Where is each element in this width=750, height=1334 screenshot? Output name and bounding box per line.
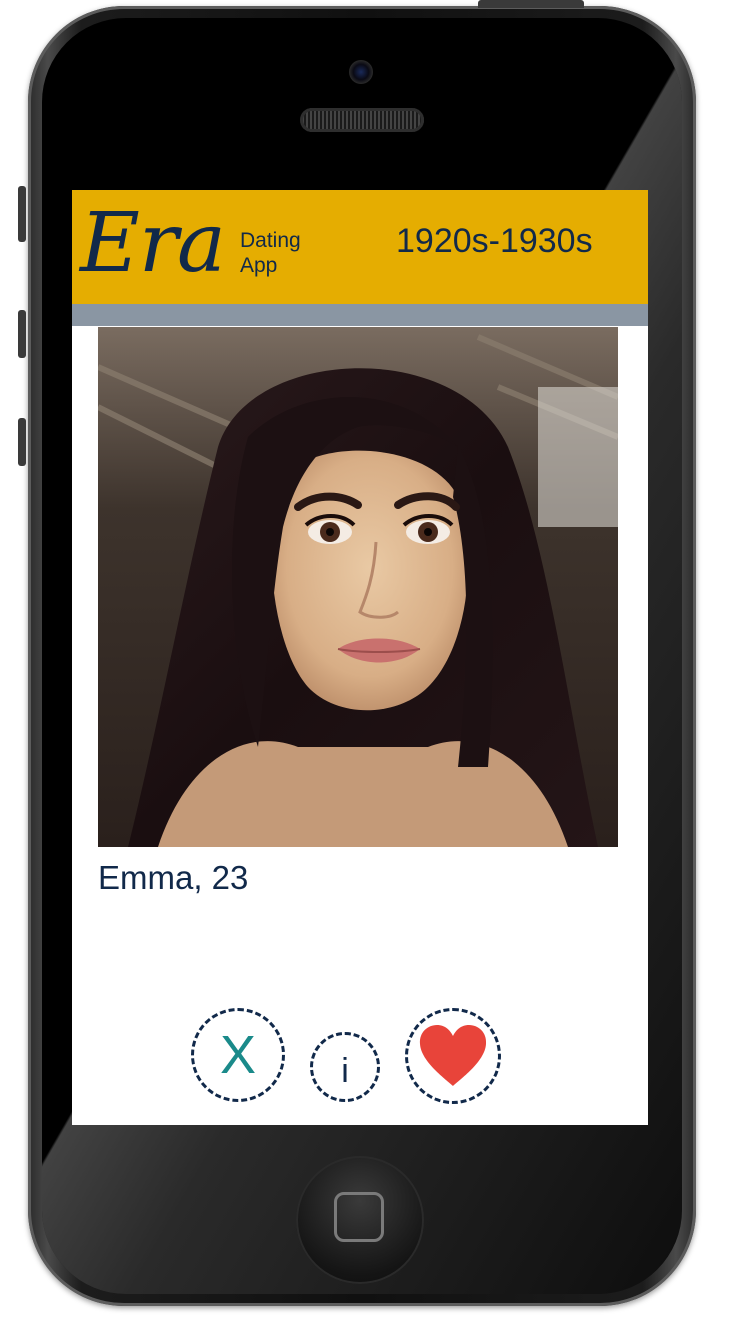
home-button[interactable]: [296, 1156, 424, 1284]
volume-up-button: [18, 310, 26, 358]
like-button[interactable]: [405, 1008, 501, 1104]
mute-switch: [18, 186, 26, 242]
info-button-label: i: [341, 1052, 349, 1090]
volume-down-button: [18, 418, 26, 466]
earpiece-speaker: [300, 108, 424, 132]
tagline-line-dating: Dating: [240, 229, 301, 252]
app-screen: Era Dating App 1920s-1930s Emma, 23 X i: [72, 190, 648, 1125]
heart-icon: [419, 1025, 487, 1086]
tagline-line-app: App: [240, 254, 278, 277]
profile-photo[interactable]: [98, 327, 618, 847]
profile-photo-illustration: [98, 327, 618, 847]
info-button[interactable]: i: [310, 1032, 380, 1102]
front-camera: [349, 60, 373, 84]
power-button: [478, 0, 584, 8]
app-logo: Era: [80, 196, 226, 291]
pass-button-label: X: [219, 1025, 257, 1085]
home-square-icon: [334, 1192, 384, 1242]
profile-name-age: Emma, 23: [98, 859, 249, 896]
app-tagline: Dating App: [240, 228, 301, 278]
pass-button[interactable]: X: [191, 1008, 285, 1102]
header-divider: [72, 304, 648, 326]
era-range-selector[interactable]: 1920s-1930s: [396, 220, 593, 262]
app-header: Era Dating App 1920s-1930s: [72, 190, 648, 304]
